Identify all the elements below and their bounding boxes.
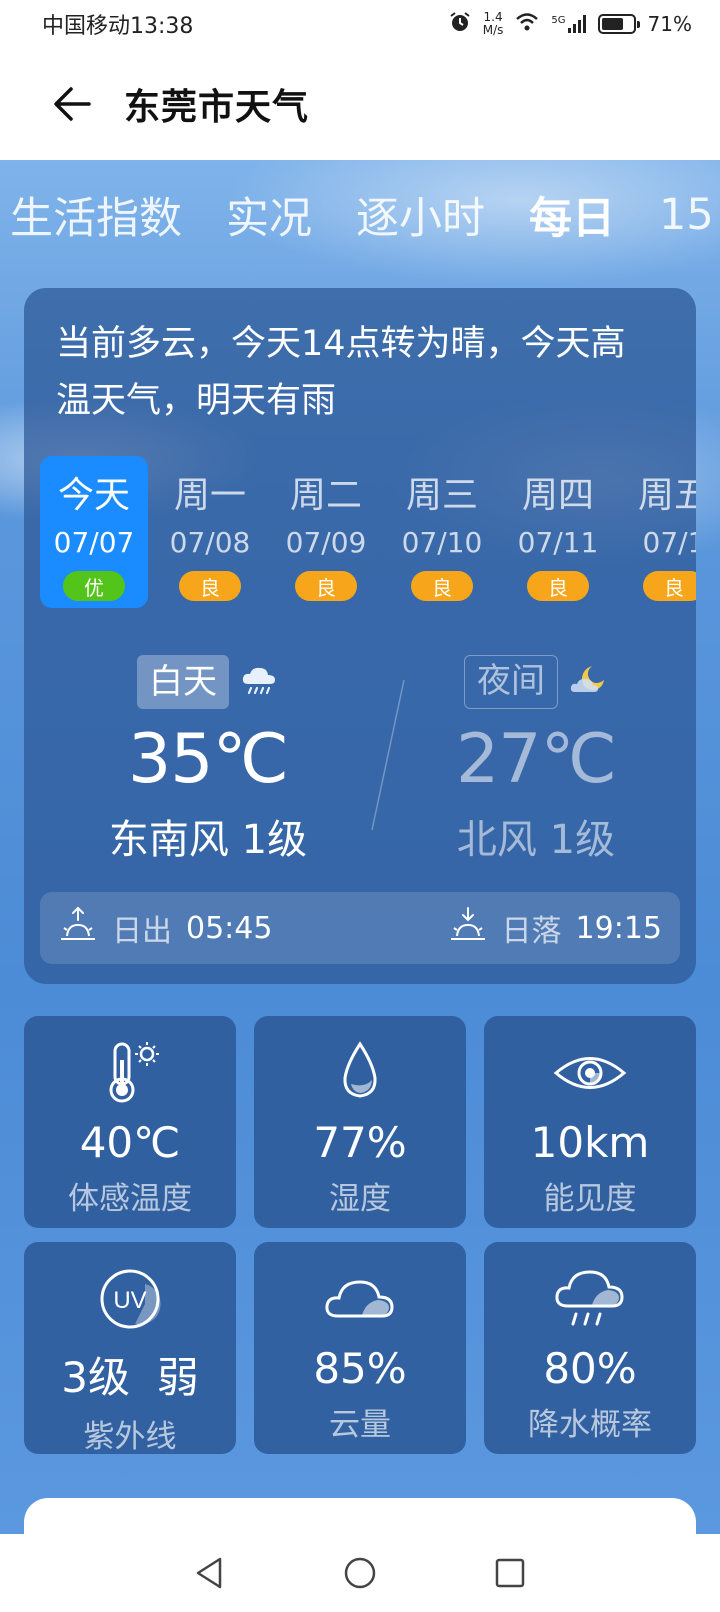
aqi-badge: 良: [643, 571, 696, 601]
alarm-icon: [449, 11, 471, 38]
aqi-badge: 优: [63, 571, 125, 601]
daily-forecast-card: 当前多云，今天14点转为晴，今天高温天气，明天有雨 今天 07/07 优 周一 …: [24, 288, 696, 984]
tab-live[interactable]: 实况: [226, 184, 312, 246]
daytime-label: 白天: [137, 655, 229, 709]
nav-back-button[interactable]: [135, 1534, 285, 1612]
precipitation-tile[interactable]: 80% 降水概率: [484, 1242, 696, 1454]
day-item-tue[interactable]: 周二 07/09 良: [272, 456, 380, 608]
nav-home-button[interactable]: [285, 1534, 435, 1612]
status-icons: 1.4 M/s 5G 71%: [449, 11, 692, 38]
daytime-forecast: 白天 35℃ 东南风 1级: [48, 654, 368, 865]
app-header: 东莞市天气: [0, 48, 720, 160]
thermometer-sun-icon: [95, 1038, 165, 1108]
status-bar: 中国移动13:38 1.4 M/s 5G 71%: [0, 0, 720, 48]
rain-icon: [552, 1264, 628, 1334]
system-nav-bar: [0, 1534, 720, 1612]
square-recents-icon: [495, 1558, 525, 1588]
page-title: 东莞市天气: [124, 87, 310, 128]
day-item-wed[interactable]: 周三 07/10 良: [388, 456, 496, 608]
water-drop-icon: [325, 1038, 395, 1108]
night-label: 夜间: [464, 655, 558, 709]
rain-cloud-icon: [239, 660, 279, 704]
cloud-cover-tile[interactable]: 85% 云量: [254, 1242, 466, 1454]
carrier-time: 中国移动13:38: [42, 14, 194, 39]
humidity-tile[interactable]: 77% 湿度: [254, 1016, 466, 1228]
tab-bar: 生活指数 实况 逐小时 每日 15: [0, 180, 720, 250]
tab-15-day[interactable]: 15: [659, 190, 714, 240]
back-arrow-icon: [54, 87, 91, 121]
sun-times-bar: 日出 05:45 日落 19:15: [40, 892, 680, 964]
daytime-wind: 东南风 1级: [108, 817, 308, 863]
battery-level: [601, 18, 623, 30]
moon-cloud-icon: [568, 660, 608, 704]
tab-daily[interactable]: 每日: [529, 184, 615, 246]
triangle-back-icon: [196, 1557, 222, 1589]
cloud-icon: [322, 1264, 398, 1334]
day-item-thu[interactable]: 周四 07/11 良: [504, 456, 612, 608]
daytime-temperature: 35℃: [128, 720, 289, 799]
night-forecast: 夜间 27℃ 北风 1级: [376, 654, 696, 865]
sunrise-icon: [58, 904, 98, 952]
uv-tile[interactable]: UV 3级 弱 紫外线: [24, 1242, 236, 1455]
uv-icon: UV: [95, 1264, 165, 1334]
day-item-today[interactable]: 今天 07/07 优: [40, 456, 148, 608]
aqi-badge: 良: [411, 571, 473, 601]
sunrise-time: 05:45: [186, 910, 273, 946]
night-wind: 北风 1级: [456, 817, 616, 863]
svg-text:UV: UV: [113, 1287, 146, 1314]
sunset-time: 19:15: [575, 910, 662, 946]
aqi-badge: 良: [295, 571, 357, 601]
visibility-tile[interactable]: 10km 能见度: [484, 1016, 696, 1228]
weather-summary: 当前多云，今天14点转为晴，今天高温天气，明天有雨: [56, 324, 626, 421]
tab-life-index[interactable]: 生活指数: [10, 184, 182, 246]
day-item-mon[interactable]: 周一 07/08 良: [156, 456, 264, 608]
sunset-icon: [448, 904, 488, 952]
sunset: 日落 19:15: [448, 904, 662, 952]
aqi-badge: 良: [527, 571, 589, 601]
battery-icon: [597, 14, 640, 34]
signal-icon: 5G: [551, 15, 586, 33]
tab-hourly[interactable]: 逐小时: [356, 184, 485, 246]
aqi-badge: 良: [179, 571, 241, 601]
sunrise: 日出 05:45: [58, 904, 272, 952]
feels-like-tile[interactable]: 40℃ 体感温度: [24, 1016, 236, 1228]
eye-icon: [552, 1038, 628, 1108]
wifi-icon: [515, 12, 539, 37]
net-speed: 1.4 M/s: [482, 10, 504, 37]
day-selector: 今天 07/07 优 周一 07/08 良 周二 07/09 良 周三 07/1…: [40, 456, 696, 608]
day-item-fri[interactable]: 周五 07/1 良: [620, 456, 696, 608]
weather-details-grid: 40℃ 体感温度 77% 湿度 10km 能见度 UV 3级 弱 紫外线 85%…: [24, 1016, 696, 1455]
night-temperature: 27℃: [456, 720, 617, 799]
circle-home-icon: [344, 1557, 376, 1589]
nav-recents-button[interactable]: [435, 1534, 585, 1612]
battery-text: 71%: [647, 12, 692, 36]
back-button[interactable]: [48, 80, 96, 128]
